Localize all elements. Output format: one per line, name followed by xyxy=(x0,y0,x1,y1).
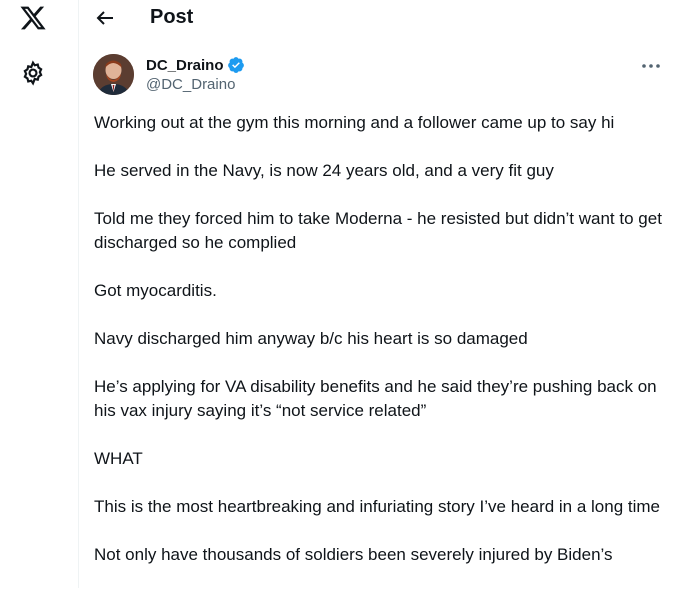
author-display-name[interactable]: DC_Draino xyxy=(146,57,224,74)
avatar[interactable] xyxy=(93,54,134,95)
tweet-paragraph: Not only have thousands of soldiers been… xyxy=(94,545,613,564)
x-logo-icon[interactable] xyxy=(18,4,48,32)
tweet-paragraph: He served in the Navy, is now 24 years o… xyxy=(94,161,554,180)
gear-icon[interactable] xyxy=(20,60,46,86)
tweet-paragraph: Got myocarditis. xyxy=(94,281,217,300)
tweet-paragraph: Working out at the gym this morning and … xyxy=(94,113,615,132)
more-icon[interactable] xyxy=(639,58,663,74)
tweet-paragraph: He’s applying for VA disability benefits… xyxy=(94,377,657,420)
author-name-row[interactable]: DC_Draino xyxy=(146,56,245,74)
left-nav-rail xyxy=(0,0,79,588)
tweet-text: Working out at the gym this morning and … xyxy=(94,111,664,591)
back-arrow-icon[interactable] xyxy=(93,6,117,30)
tweet-paragraph: Told me they forced him to take Moderna … xyxy=(94,209,662,252)
page-title: Post xyxy=(150,6,194,28)
tweet-paragraph: This is the most heartbreaking and infur… xyxy=(94,497,661,516)
post-detail: Post DC_Draino @DC_Draino Working out at… xyxy=(79,0,677,588)
verified-badge-icon xyxy=(227,57,244,73)
author-handle[interactable]: @DC_Draino xyxy=(146,76,235,93)
tweet-paragraph: Navy discharged him anyway b/c his heart… xyxy=(94,329,528,348)
tweet-paragraph: WHAT xyxy=(94,449,143,468)
